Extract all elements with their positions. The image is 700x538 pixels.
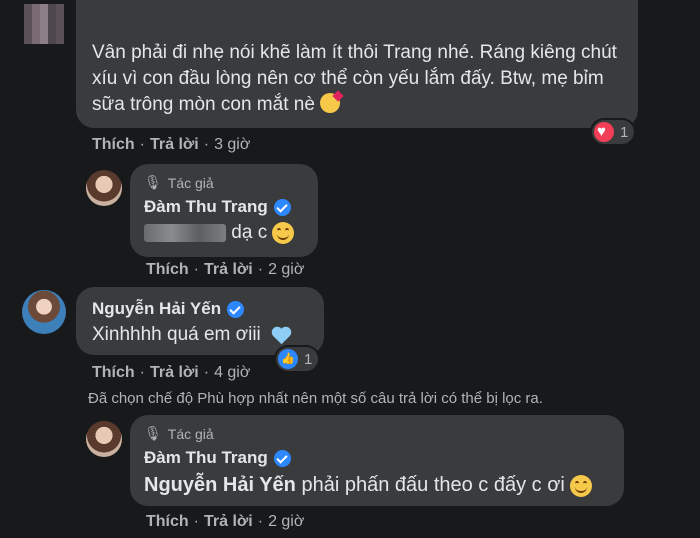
avatar-dam-thu-trang[interactable] [86, 421, 122, 457]
reply-actions: Thích · Trả lời · 2 giờ [146, 261, 305, 279]
author-name-row: Đàm Thu Trang [144, 197, 291, 217]
blurred-text [144, 223, 226, 242]
timestamp[interactable]: 3 giờ [214, 136, 250, 154]
timestamp[interactable]: 2 giờ [268, 513, 304, 531]
verified-icon [273, 449, 291, 467]
reply-actions: Thích · Trả lời · 2 giờ [146, 513, 305, 531]
reaction-count: 1 [620, 123, 629, 141]
like-reaction-icon [278, 349, 298, 369]
author-name-row: Đàm Thu Trang [144, 448, 291, 468]
like-button[interactable]: Thích [92, 136, 135, 154]
avatar-blurred[interactable] [24, 4, 64, 44]
author-name[interactable]: Đàm Thu Trang [144, 197, 268, 217]
smiling-face-emoji [570, 474, 593, 497]
comment-bubble: Nguyễn Hải Yến Xinhhhh quá em ơiii [76, 287, 324, 355]
verified-icon [273, 198, 291, 216]
reply-text: Nguyễn Hải Yến phải phấn đấu theo c đấy … [144, 472, 593, 498]
author-name-row: Nguyễn Hải Yến [92, 299, 245, 319]
reply-bubble: 🎙 Tác giả Đàm Thu Trang Nguyễn Hải Yến p… [130, 415, 624, 506]
reply-button[interactable]: Trả lời [204, 513, 253, 531]
reaction-badge[interactable]: 1 [276, 347, 319, 371]
smiling-face-emoji [272, 221, 295, 244]
timestamp[interactable]: 2 giờ [268, 261, 304, 279]
microphone-icon: 🎙 [144, 174, 162, 190]
comment-actions: Thích · Trả lời · 4 giờ [92, 364, 251, 382]
reply-bubble: 🎙 Tác giả Đàm Thu Trang dạ c [130, 164, 318, 257]
like-button[interactable]: Thích [92, 364, 135, 382]
author-name[interactable]: Nguyễn Hải Yến [92, 299, 221, 319]
avatar-nguyen-hai-yen[interactable] [22, 290, 66, 334]
author-badge: 🎙 Tác giả [144, 425, 214, 442]
reaction-count: 1 [304, 350, 313, 368]
comment-bubble: Vân phải đi nhẹ nói khẽ làm ít thôi Tran… [76, 0, 638, 128]
timestamp[interactable]: 4 giờ [214, 364, 250, 382]
blue-heart-emoji [273, 328, 290, 345]
comment-text: Vân phải đi nhẹ nói khẽ làm ít thôi Tran… [92, 42, 617, 115]
avatar-dam-thu-trang[interactable] [86, 170, 122, 206]
like-button[interactable]: Thích [146, 261, 189, 279]
author-badge: 🎙 Tác giả [144, 174, 214, 191]
microphone-icon: 🎙 [144, 425, 162, 441]
author-name[interactable]: Đàm Thu Trang [144, 448, 268, 468]
reaction-badge[interactable]: 1 [592, 120, 635, 144]
reply-button[interactable]: Trả lời [150, 136, 199, 154]
reply-text: dạ c [144, 220, 295, 246]
filter-notice: Đã chọn chế độ Phù hợp nhất nên một số c… [88, 390, 543, 407]
like-button[interactable]: Thích [146, 513, 189, 531]
reply-button[interactable]: Trả lời [150, 364, 199, 382]
verified-icon [227, 300, 245, 318]
comment-actions: Thích · Trả lời · 3 giờ [92, 136, 251, 154]
comment-text: Xinhhhh quá em ơiii [92, 322, 290, 348]
reply-button[interactable]: Trả lời [204, 261, 253, 279]
kissing-heart-emoji [320, 90, 344, 113]
love-reaction-icon [594, 122, 614, 142]
mention-link[interactable]: Nguyễn Hải Yến [144, 474, 296, 496]
